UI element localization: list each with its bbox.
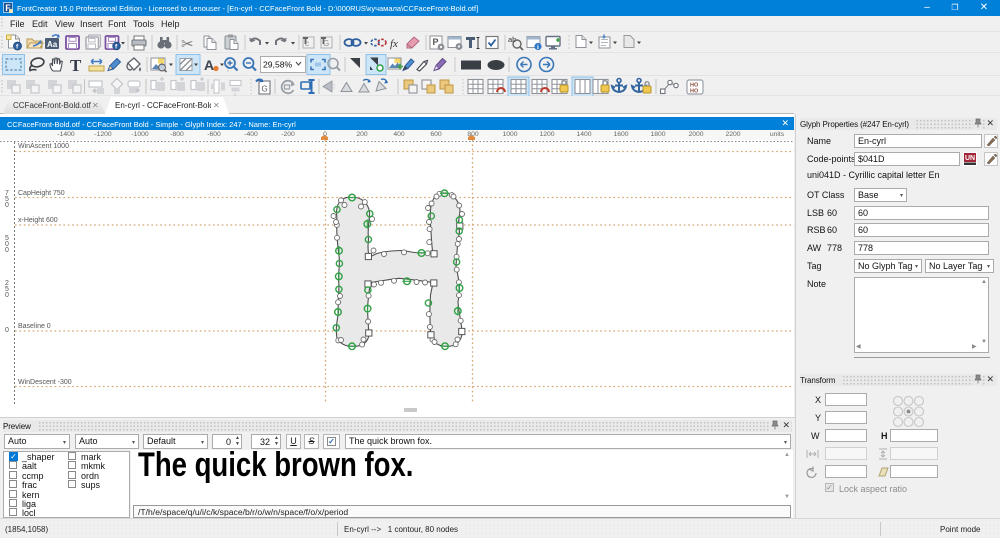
svg-text:UN: UN — [965, 155, 975, 162]
svg-text:i: i — [537, 44, 539, 51]
svg-text:G: G — [262, 85, 268, 94]
svg-text:✂: ✂ — [181, 36, 194, 53]
svg-text:Aa: Aa — [47, 40, 58, 49]
svg-text:A: A — [204, 57, 214, 73]
svg-text:ab: ab — [508, 35, 516, 44]
svg-text:T: T — [70, 56, 82, 75]
svg-text:HO: HO — [690, 89, 699, 95]
svg-text:fx: fx — [390, 38, 398, 50]
svg-text:P: P — [433, 37, 439, 47]
svg-text:29,58%: 29,58% — [263, 60, 293, 70]
